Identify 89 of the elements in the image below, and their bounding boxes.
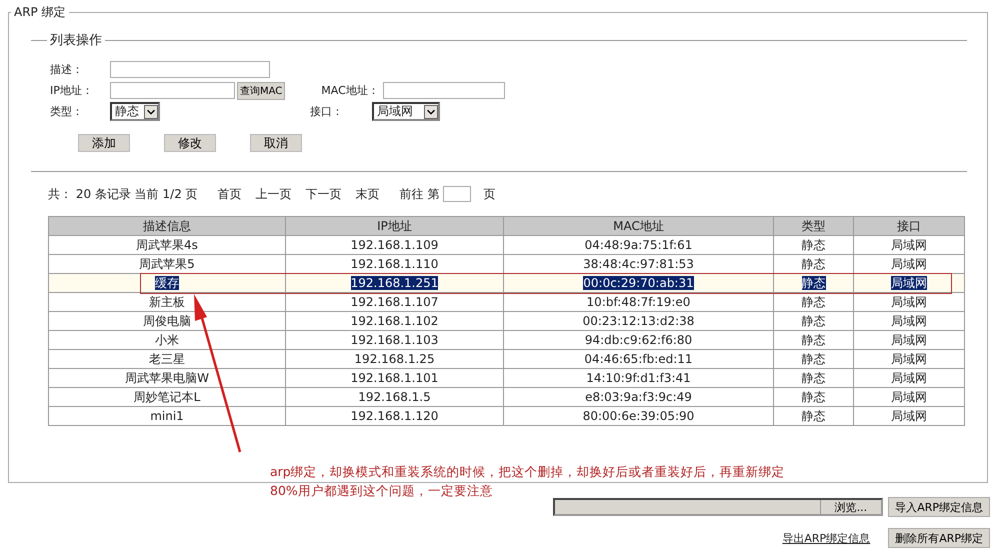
column-header: IP地址 bbox=[286, 216, 504, 236]
table-cell: 静态 bbox=[802, 314, 826, 328]
action-button[interactable]: 修改 bbox=[164, 134, 216, 152]
table-row[interactable]: 周武苹果5 192.168.1.110 38:48:4c:97:81:53 静态 局域网 bbox=[48, 254, 964, 274]
table-cell: 局域网 bbox=[891, 352, 927, 366]
table-cell: 192.168.1.109 bbox=[350, 238, 438, 252]
table-cell: 周俊电脑 bbox=[143, 314, 191, 328]
page-link[interactable]: 上一页 bbox=[256, 186, 292, 202]
table-row[interactable]: 新主板 192.168.1.107 10:bf:48:7f:19:e0 静态 局域网 bbox=[48, 292, 964, 312]
annotation-text: 80%用户都遇到这个问题，一定要注意 bbox=[270, 482, 494, 500]
delete-all-button[interactable]: 删除所有ARP绑定 bbox=[888, 528, 990, 548]
field-label: IP地址： bbox=[50, 83, 94, 98]
table-row[interactable]: 周武苹果电脑W 192.168.1.101 14:10:9f:d1:f3:41 静态 局域网 bbox=[48, 368, 964, 388]
table-cell: 192.168.1.102 bbox=[350, 314, 438, 328]
file-field[interactable]: 浏览... bbox=[553, 498, 884, 516]
table-row[interactable]: 周妙笔记本L 192.168.1.5 e8:03:9a:f3:9c:49 静态 局域网 bbox=[48, 388, 964, 406]
table-cell: 80:00:6e:39:05:90 bbox=[582, 409, 694, 423]
table-cell: 静态 bbox=[802, 238, 826, 252]
interface-dropdown[interactable]: 局域网 bbox=[372, 102, 440, 121]
table-cell: 192.168.1.25 bbox=[354, 352, 435, 366]
section-title: ARP 绑定 bbox=[13, 4, 67, 21]
table-cell: 192.168.1.251 bbox=[350, 276, 438, 290]
field-label: 类型： bbox=[50, 104, 84, 119]
table-cell: 静态 bbox=[802, 256, 826, 270]
table-cell: 38:48:4c:97:81:53 bbox=[583, 257, 694, 271]
table-cell: mini1 bbox=[150, 409, 184, 423]
table-cell: 04:48:9a:75:1f:61 bbox=[584, 238, 692, 252]
action-button[interactable]: 取消 bbox=[250, 134, 302, 152]
column-header: MAC地址 bbox=[504, 216, 774, 236]
table-cell: 10:bf:48:7f:19:e0 bbox=[586, 295, 690, 309]
table-cell: 94:db:c9:62:f6:80 bbox=[584, 333, 692, 347]
table-cell: 新主板 bbox=[149, 294, 185, 308]
table-cell: 局域网 bbox=[891, 238, 927, 252]
table-cell: 静态 bbox=[802, 370, 826, 384]
table-cell: 00:0c:29:70:ab:31 bbox=[583, 276, 694, 290]
table-row[interactable]: 小米 192.168.1.103 94:db:c9:62:f6:80 静态 局域网 bbox=[48, 330, 964, 350]
table-cell: 周妙笔记本L bbox=[134, 390, 200, 404]
page-link[interactable]: 首页 bbox=[218, 186, 242, 202]
column-header: 接口 bbox=[854, 216, 964, 236]
table-cell: 静态 bbox=[802, 294, 826, 308]
table-cell: 静态 bbox=[802, 408, 826, 422]
table-cell: 局域网 bbox=[891, 370, 927, 384]
table-row[interactable]: mini1 192.168.1.120 80:00:6e:39:05:90 静态 局域网 bbox=[48, 406, 964, 426]
table-cell: 周武苹果电脑W bbox=[125, 370, 209, 384]
table-cell: 局域网 bbox=[891, 314, 927, 328]
table-cell: 192.168.1.120 bbox=[350, 409, 438, 423]
annotation-text: arp绑定，却换模式和重装系统的时候，把这个删掉，却换好后或者重装好后，再重新绑定 bbox=[270, 463, 785, 481]
field-label: MAC地址： bbox=[321, 83, 380, 98]
table-cell: 缓存 bbox=[155, 276, 179, 290]
table-cell: 静态 bbox=[802, 390, 826, 404]
table-cell: 老三星 bbox=[149, 352, 185, 366]
table-row[interactable]: 周俊电脑 192.168.1.102 00:23:12:13:d2:38 静态 局域网 bbox=[48, 312, 964, 330]
record-summary: 共： 20 条记录 当前 1/2 页 bbox=[48, 186, 198, 202]
table-cell: 周武苹果4s bbox=[136, 238, 198, 252]
field-label: 描述： bbox=[50, 62, 84, 77]
page-suffix: 页 bbox=[483, 186, 496, 202]
table-cell: 周武苹果5 bbox=[139, 256, 195, 270]
table-cell: 192.168.1.107 bbox=[350, 295, 438, 309]
page-link[interactable]: 末页 bbox=[356, 186, 380, 202]
table-cell: 192.168.1.110 bbox=[350, 257, 438, 271]
table-cell: 192.168.1.5 bbox=[358, 390, 431, 404]
table-cell: 静态 bbox=[802, 332, 826, 346]
table-cell: 局域网 bbox=[891, 408, 927, 422]
column-header: 描述信息 bbox=[48, 216, 286, 236]
table-cell: 192.168.1.101 bbox=[350, 371, 438, 385]
table-row[interactable]: 老三星 192.168.1.25 04:46:65:fb:ed:11 静态 局域网 bbox=[48, 350, 964, 368]
table-cell: 局域网 bbox=[891, 332, 927, 346]
import-button[interactable]: 导入ARP绑定信息 bbox=[888, 497, 990, 517]
table-cell: 静态 bbox=[802, 352, 826, 366]
table-cell: e8:03:9a:f3:9c:49 bbox=[585, 390, 692, 404]
table-cell: 00:23:12:13:d2:38 bbox=[582, 314, 694, 328]
table-cell: 192.168.1.103 bbox=[350, 333, 438, 347]
table-cell: 局域网 bbox=[891, 294, 927, 308]
group-title: 列表操作 bbox=[49, 32, 103, 49]
goto-label: 前往 第 bbox=[400, 186, 440, 202]
action-button[interactable]: 添加 bbox=[78, 134, 130, 152]
query-mac-button[interactable]: 查询MAC bbox=[237, 82, 286, 100]
type-dropdown[interactable]: 静态 bbox=[110, 102, 160, 121]
table-cell: 14:10:9f:d1:f3:41 bbox=[586, 371, 691, 385]
table-row[interactable]: 周武苹果4s 192.168.1.109 04:48:9a:75:1f:61 静态 局域网 bbox=[48, 236, 964, 254]
page-link[interactable]: 下一页 bbox=[306, 186, 342, 202]
field-label: 接口： bbox=[310, 104, 344, 119]
table-cell: 局域网 bbox=[891, 390, 927, 404]
table-cell: 局域网 bbox=[891, 276, 927, 290]
table-cell: 04:46:65:fb:ed:11 bbox=[584, 352, 693, 366]
table-cell: 局域网 bbox=[891, 256, 927, 270]
table-cell: 小米 bbox=[155, 332, 179, 346]
export-link[interactable]: 导出ARP绑定信息 bbox=[782, 530, 870, 546]
column-header: 类型 bbox=[774, 216, 854, 236]
